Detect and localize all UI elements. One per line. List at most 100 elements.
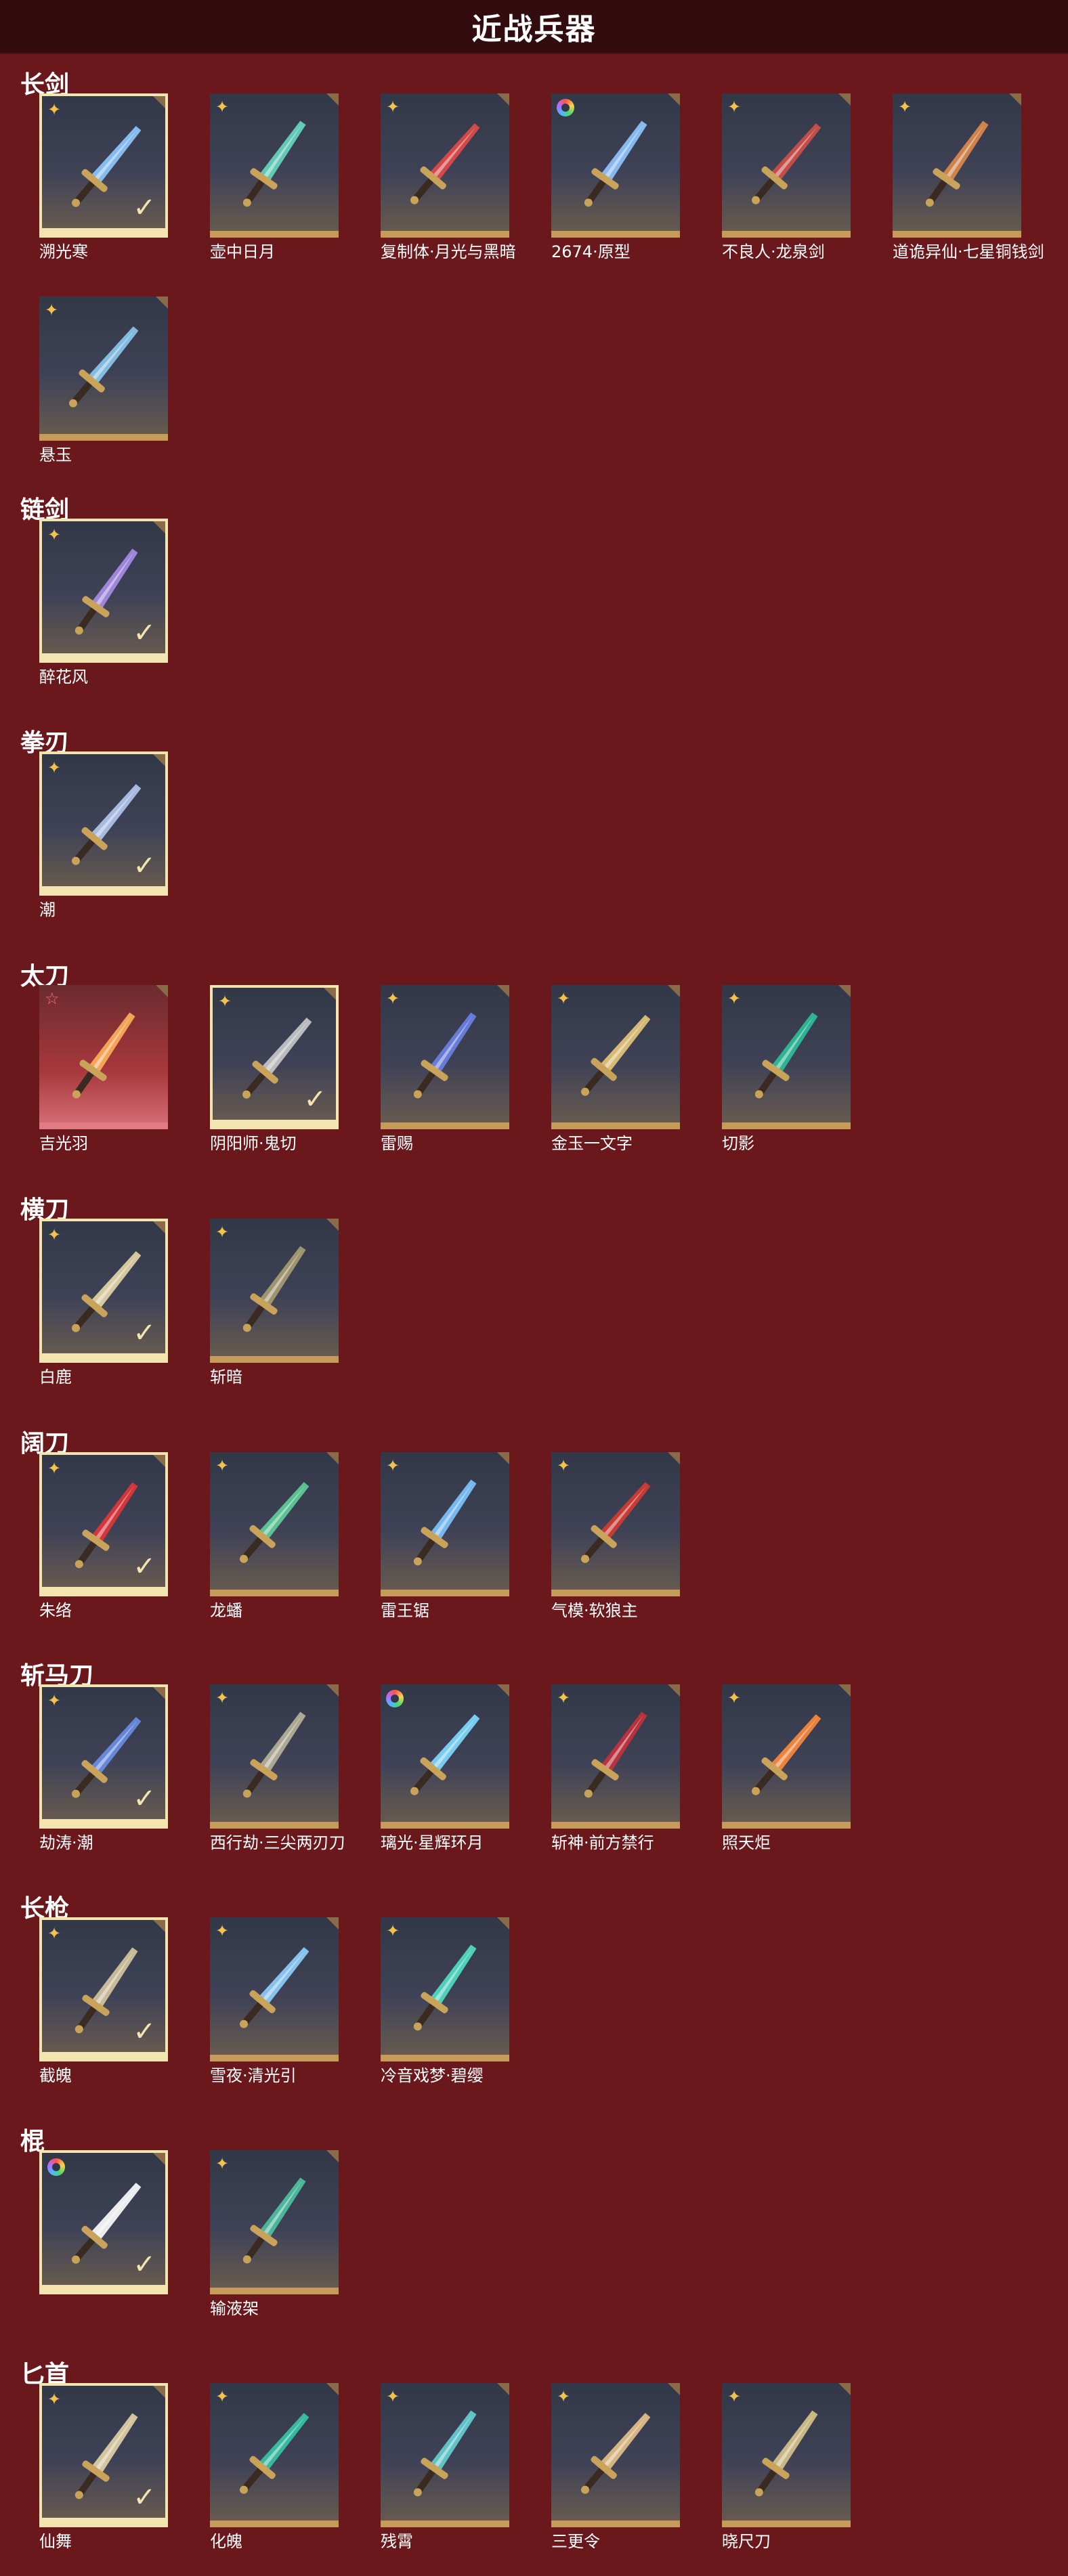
weapon-card[interactable]: ✦ 气模·软狼主 bbox=[551, 1452, 680, 1621]
weapon-tile[interactable]: ✦ ✓ bbox=[39, 751, 168, 896]
weapon-card[interactable]: ✦ ✓ 阴阳师·鬼切 bbox=[210, 985, 339, 1154]
weapon-tile[interactable]: ✦ ✓ bbox=[39, 1452, 168, 1596]
weapon-name: 切影 bbox=[722, 1134, 754, 1153]
tile-bottom-strip bbox=[381, 2520, 509, 2527]
weapon-tile[interactable]: ✦ bbox=[551, 1684, 680, 1829]
weapon-card[interactable]: ✦ 斩暗 bbox=[210, 1219, 339, 1387]
weapon-tile[interactable]: ✦ bbox=[210, 1452, 339, 1596]
weapon-card[interactable]: ✦ ✓ 潮 bbox=[39, 751, 168, 920]
weapon-tile[interactable]: ✦ ✓ bbox=[39, 1684, 168, 1829]
weapon-tile[interactable]: ✦ bbox=[551, 1452, 680, 1596]
weapon-tile[interactable]: ✦ bbox=[210, 1684, 339, 1829]
weapon-card[interactable]: ✦ ✓ 朱络 bbox=[39, 1452, 168, 1621]
weapon-tile[interactable]: ✦ bbox=[722, 2383, 851, 2527]
weapon-card[interactable]: 2674·原型 bbox=[551, 93, 680, 262]
weapon-card[interactable]: ☆ 吉光羽 bbox=[39, 985, 168, 1154]
corner-marker bbox=[153, 521, 165, 533]
weapon-card[interactable]: 璃光·星辉环月 bbox=[381, 1684, 509, 1853]
weapon-tile[interactable]: ✦ bbox=[722, 1684, 851, 1829]
corner-marker bbox=[153, 754, 165, 766]
weapon-card[interactable]: ✓ bbox=[39, 2150, 168, 2298]
weapon-name: 照天炬 bbox=[722, 1833, 771, 1852]
weapon-name: 晓尺刀 bbox=[722, 2532, 771, 2551]
corner-marker bbox=[497, 985, 509, 997]
weapon-card[interactable]: ✦ 龙蟠 bbox=[210, 1452, 339, 1621]
weapon-card[interactable]: ✦ 复制体·月光与黑暗 bbox=[381, 93, 516, 262]
weapon-tile[interactable]: ✦ bbox=[381, 1452, 509, 1596]
weapon-card[interactable]: ✦ ✓ 仙舞 bbox=[39, 2383, 168, 2552]
weapon-tile[interactable]: ✦ bbox=[381, 2383, 509, 2527]
weapon-card[interactable]: ✦ 化魄 bbox=[210, 2383, 339, 2552]
weapon-tile[interactable]: ✓ bbox=[39, 2150, 168, 2294]
weapon-art bbox=[581, 1015, 651, 1096]
page-header: 近战兵器 bbox=[0, 0, 1068, 53]
weapon-card[interactable]: ✦ 三更令 bbox=[551, 2383, 680, 2552]
weapon-card[interactable]: ✦ 冷音戏梦·碧缨 bbox=[381, 1917, 509, 2086]
weapon-card[interactable]: ✦ 照天炬 bbox=[722, 1684, 851, 1853]
weapon-tile[interactable]: ✦ bbox=[722, 985, 851, 1129]
weapon-art bbox=[413, 2410, 477, 2497]
corner-marker bbox=[497, 1684, 509, 1697]
weapon-art bbox=[413, 1479, 477, 1566]
tile-bottom-strip bbox=[42, 2052, 165, 2059]
weapon-tile[interactable]: ✦ bbox=[210, 1219, 339, 1363]
weapon-name: 醉花风 bbox=[39, 668, 88, 686]
weapon-tile[interactable] bbox=[381, 1684, 509, 1829]
weapon-tile[interactable]: ✦ ✓ bbox=[39, 1917, 168, 2061]
weapon-card[interactable]: ✦ 金玉一文字 bbox=[551, 985, 680, 1154]
weapon-card[interactable]: ✦ 残霄 bbox=[381, 2383, 509, 2552]
weapon-card[interactable]: ✦ 输液架 bbox=[210, 2150, 339, 2319]
weapon-name: 吉光羽 bbox=[39, 1134, 88, 1153]
corner-marker bbox=[153, 1920, 165, 1932]
weapon-card[interactable]: ✦ ✓ 劫涛·潮 bbox=[39, 1684, 168, 1853]
weapon-art bbox=[754, 1012, 818, 1099]
weapon-card[interactable]: ✦ ✓ 醉花风 bbox=[39, 519, 168, 687]
weapon-tile[interactable]: ✦ bbox=[381, 93, 509, 238]
weapon-card[interactable]: ✦ 斩神·前方禁行 bbox=[551, 1684, 680, 1853]
weapon-tile[interactable]: ✦ bbox=[893, 93, 1021, 238]
weapon-card[interactable]: ✦ 悬玉 bbox=[39, 297, 168, 465]
weapon-tile[interactable]: ☆ bbox=[39, 985, 168, 1129]
weapon-card[interactable]: ✦ 雷赐 bbox=[381, 985, 509, 1154]
corner-marker bbox=[326, 2150, 339, 2162]
weapon-tile[interactable]: ✦ ✓ bbox=[39, 1219, 168, 1363]
weapon-art bbox=[242, 1246, 306, 1332]
weapon-card[interactable]: ✦ ✓ 截魄 bbox=[39, 1917, 168, 2086]
weapon-card[interactable]: ✦ 雪夜·清光引 bbox=[210, 1917, 339, 2086]
owned-check-icon: ✓ bbox=[133, 192, 156, 223]
weapon-tile[interactable]: ✦ ✓ bbox=[210, 985, 339, 1129]
weapon-tile[interactable]: ✦ ✓ bbox=[39, 93, 168, 238]
weapon-card[interactable]: ✦ 壶中日月 bbox=[210, 93, 339, 262]
weapon-tile[interactable]: ✦ bbox=[551, 985, 680, 1129]
corner-marker bbox=[668, 1684, 680, 1697]
tile-bottom-strip bbox=[722, 1822, 851, 1829]
weapon-card[interactable]: ✦ ✓ 白鹿 bbox=[39, 1219, 168, 1387]
weapon-tile[interactable]: ✦ bbox=[381, 1917, 509, 2061]
weapon-tile[interactable]: ✦ bbox=[210, 93, 339, 238]
weapon-tile[interactable] bbox=[551, 93, 680, 238]
weapon-tile[interactable]: ✦ bbox=[551, 2383, 680, 2527]
weapon-tile[interactable]: ✦ bbox=[39, 297, 168, 441]
weapon-card[interactable]: ✦ 西行劫·三尖两刃刀 bbox=[210, 1684, 345, 1853]
weapon-tile[interactable]: ✦ ✓ bbox=[39, 2383, 168, 2527]
owned-check-icon: ✓ bbox=[303, 1084, 326, 1115]
weapon-tile[interactable]: ✦ bbox=[210, 2150, 339, 2294]
owned-check-icon: ✓ bbox=[133, 2016, 156, 2047]
weapon-card[interactable]: ✦ 雷王锯 bbox=[381, 1452, 509, 1621]
owned-check-icon: ✓ bbox=[133, 2249, 156, 2280]
weapon-card[interactable]: ✦ 晓尺刀 bbox=[722, 2383, 851, 2552]
weapon-tile[interactable]: ✦ bbox=[210, 2383, 339, 2527]
weapon-tile[interactable]: ✦ bbox=[381, 985, 509, 1129]
weapon-card[interactable]: ✦ 道诡异仙·七星铜钱剑 bbox=[893, 93, 1044, 262]
weapon-card[interactable]: ✦ 不良人·龙泉剑 bbox=[722, 93, 851, 262]
weapon-tile[interactable]: ✦ bbox=[210, 1917, 339, 2061]
weapon-tile[interactable]: ✦ ✓ bbox=[39, 519, 168, 663]
corner-marker bbox=[153, 2386, 165, 2398]
corner-marker bbox=[1009, 93, 1021, 106]
weapon-art bbox=[69, 326, 139, 408]
tile-bottom-strip bbox=[210, 2055, 339, 2061]
weapon-card[interactable]: ✦ ✓ 溯光寒 bbox=[39, 93, 168, 262]
weapon-name: 复制体·月光与黑暗 bbox=[381, 242, 516, 261]
weapon-card[interactable]: ✦ 切影 bbox=[722, 985, 851, 1154]
weapon-tile[interactable]: ✦ bbox=[722, 93, 851, 238]
